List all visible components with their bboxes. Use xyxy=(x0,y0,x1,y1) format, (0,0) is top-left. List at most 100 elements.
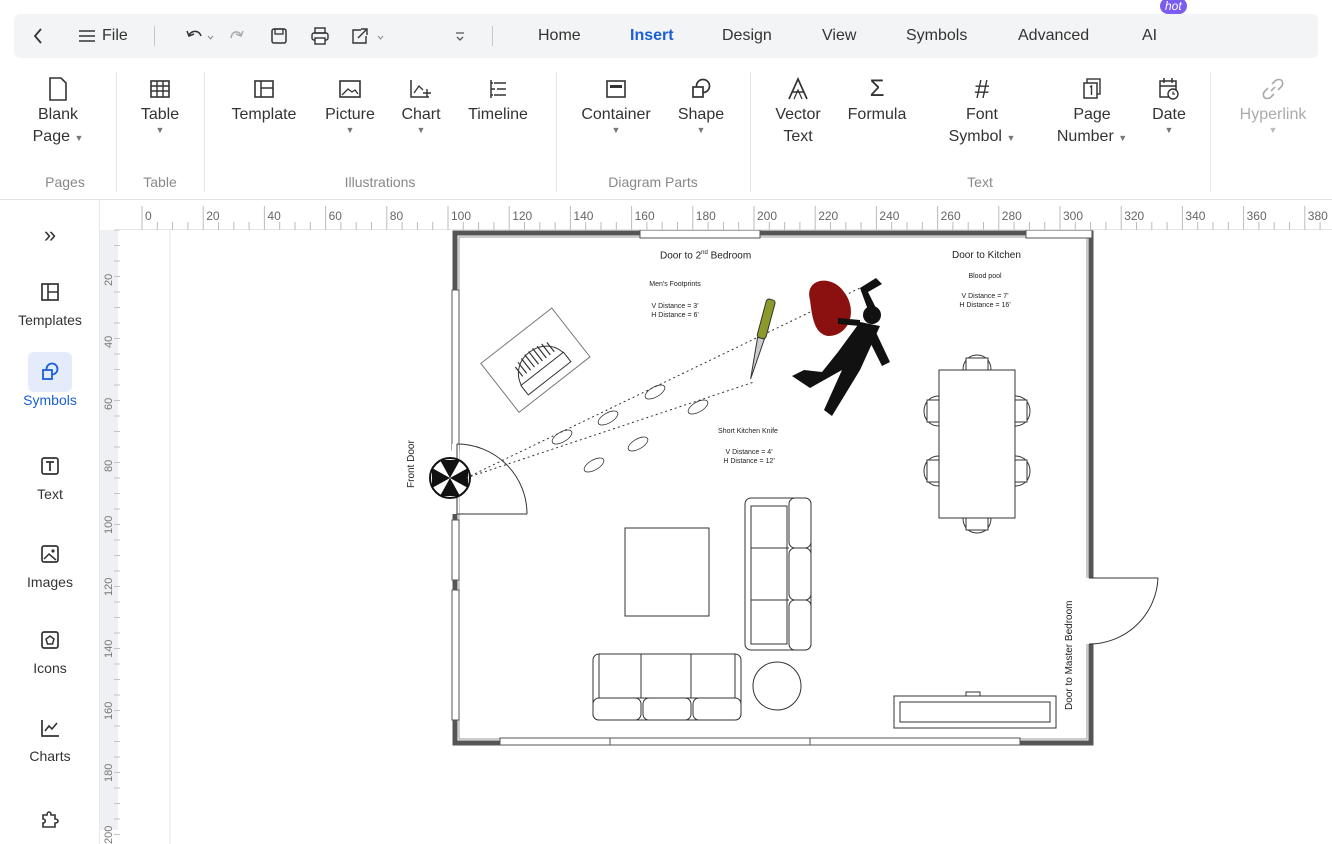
blood-pool xyxy=(809,280,851,336)
knife-label: Short Kitchen Knife xyxy=(718,428,778,435)
back-icon[interactable] xyxy=(32,14,44,58)
sigma-icon: Σ xyxy=(869,75,885,102)
door-bedroom2-prefix: Door to 2 xyxy=(660,250,702,262)
sidebar-item-charts[interactable]: Charts xyxy=(0,708,100,764)
tab-symbols[interactable]: Symbols xyxy=(906,14,967,58)
sidebar-item-icons[interactable]: Icons xyxy=(0,620,100,676)
template-button[interactable]: Template xyxy=(224,74,304,126)
ruler-label-top: 280 xyxy=(1002,209,1022,223)
sofa-horizontal xyxy=(592,653,742,721)
chart-icon xyxy=(410,80,431,98)
horizontal-ruler: 0 20 40 60 80 100 120 140 160 180 200 220 240 260 280 3… xyxy=(120,200,1332,230)
font-symbol-button[interactable]: # Font Symbol ▼ xyxy=(936,74,1028,149)
ruler-label-top: 260 xyxy=(941,209,961,223)
knife xyxy=(750,298,776,380)
font-symbol-label-1: Font xyxy=(965,106,998,123)
print-button[interactable] xyxy=(310,14,330,58)
collapse-sidebar-button[interactable]: » xyxy=(0,222,100,248)
footprints-v-distance: V Distance = 3' xyxy=(651,303,699,310)
group-label-pages: Pages xyxy=(45,174,85,190)
ruler-label-top: 0 xyxy=(145,209,152,223)
page-number-label-2: Number xyxy=(1056,128,1114,145)
page-number-button[interactable]: Page Number ▼ xyxy=(1044,74,1140,149)
tab-view[interactable]: View xyxy=(822,14,856,58)
file-menu-button[interactable]: File xyxy=(78,14,128,58)
sidebar-item-plugins[interactable] xyxy=(0,798,100,838)
floor-plan-drawing[interactable] xyxy=(120,230,1332,844)
vector-text-label-2: Text xyxy=(783,128,813,145)
template-label: Template xyxy=(231,106,297,123)
vector-text-icon xyxy=(788,77,808,100)
redo-button[interactable] xyxy=(228,14,246,58)
blank-page-label-1: Blank xyxy=(37,106,79,123)
ruler-ticks-top: 0 20 40 60 80 100 120 140 160 180 200 220 240 260 280 3… xyxy=(141,206,1328,230)
ruler-label-top: 100 xyxy=(451,209,471,223)
ruler-label-left: 80 xyxy=(103,460,115,472)
insert-ribbon: Blank Page ▼ Table ▼ Template Picture ▼ … xyxy=(0,60,1332,200)
master-bedroom-door xyxy=(1086,577,1159,645)
undo-button[interactable] xyxy=(184,14,214,58)
drawing-canvas[interactable]: Door to 2nd Bedroom Door to Kitchen Bloo… xyxy=(120,230,1332,844)
vector-text-label-1: Vector xyxy=(775,106,821,123)
formula-button[interactable]: Σ Formula xyxy=(840,74,914,126)
export-button[interactable] xyxy=(350,14,388,58)
sidebar-item-symbols[interactable]: Symbols xyxy=(0,352,100,408)
date-button[interactable]: Date ▼ xyxy=(1144,74,1194,135)
ruler-label-left: 140 xyxy=(103,640,115,658)
container-button[interactable]: Container ▼ xyxy=(574,74,658,135)
charts-icon xyxy=(41,720,59,737)
ruler-label-left: 20 xyxy=(103,274,115,286)
timeline-icon xyxy=(490,80,506,98)
group-label-illustrations: Illustrations xyxy=(344,174,416,190)
blood-v-distance: V Distance = 7' xyxy=(961,293,1009,300)
picture-icon xyxy=(339,80,361,98)
table-button[interactable]: Table ▼ xyxy=(128,74,192,135)
vector-text-button[interactable]: Vector Text xyxy=(766,74,830,148)
hyperlink-button[interactable]: Hyperlink ▼ xyxy=(1228,74,1318,135)
tab-ai[interactable]: AI xyxy=(1142,14,1157,58)
page-number-label-1: Page xyxy=(1073,106,1111,123)
ruler-ticks-left: 20 40 60 80 100 120 140 160 180 200 xyxy=(103,229,120,844)
double-chevron-right-icon: » xyxy=(43,222,57,247)
tab-design[interactable]: Design xyxy=(722,14,772,58)
hot-badge: hot xyxy=(1160,0,1187,14)
puzzle-icon xyxy=(42,811,59,828)
master-bedroom-door-label: Door to Master Bedroom xyxy=(1064,600,1075,711)
sidebar-label-templates: Templates xyxy=(18,312,82,328)
table-icon xyxy=(150,80,170,98)
knife-v-distance: V Distance = 4' xyxy=(725,449,773,456)
picture-button[interactable]: Picture ▼ xyxy=(318,74,382,135)
timeline-button[interactable]: Timeline xyxy=(458,74,538,126)
ruler-label-top: 180 xyxy=(696,209,716,223)
picture-label: Picture xyxy=(325,106,375,123)
sidebar-item-text[interactable]: Text xyxy=(0,446,100,502)
ruler-label-top: 220 xyxy=(818,209,838,223)
redo-icon xyxy=(230,30,244,39)
door-bedroom2-label: Door to 2nd Bedroom xyxy=(660,250,751,261)
knife-h-distance: H Distance = 12' xyxy=(723,458,775,465)
container-label: Container xyxy=(581,106,651,123)
group-label-table: Table xyxy=(143,174,177,190)
blood-h-distance: H Distance = 16' xyxy=(959,302,1011,309)
sidebar-item-templates[interactable]: Templates xyxy=(0,272,100,328)
page-number-icon xyxy=(1083,78,1101,99)
ruler-label-top: 20 xyxy=(206,209,220,223)
chart-label: Chart xyxy=(401,106,441,123)
file-label: File xyxy=(102,27,128,44)
ruler-label-top: 300 xyxy=(1063,209,1083,223)
more-quick-actions-icon[interactable] xyxy=(454,14,466,58)
tab-home[interactable]: Home xyxy=(538,14,581,58)
tab-insert[interactable]: Insert xyxy=(630,14,674,58)
icons-icon xyxy=(41,631,59,649)
shape-button[interactable]: Shape ▼ xyxy=(670,74,732,135)
tab-advanced[interactable]: Advanced xyxy=(1018,14,1089,58)
sidebar-item-images[interactable]: Images xyxy=(0,534,100,590)
ruler-label-top: 60 xyxy=(329,209,343,223)
save-button[interactable] xyxy=(270,14,288,58)
hash-icon: # xyxy=(974,73,990,104)
ruler-label-top: 340 xyxy=(1185,209,1205,223)
quick-access-bar: File Home Insert Design View Symbols Adv… xyxy=(14,14,1318,58)
door-bedroom2-sup: nd xyxy=(701,250,708,256)
blank-page-button[interactable]: Blank Page ▼ xyxy=(28,74,88,149)
chart-button[interactable]: Chart ▼ xyxy=(394,74,448,135)
